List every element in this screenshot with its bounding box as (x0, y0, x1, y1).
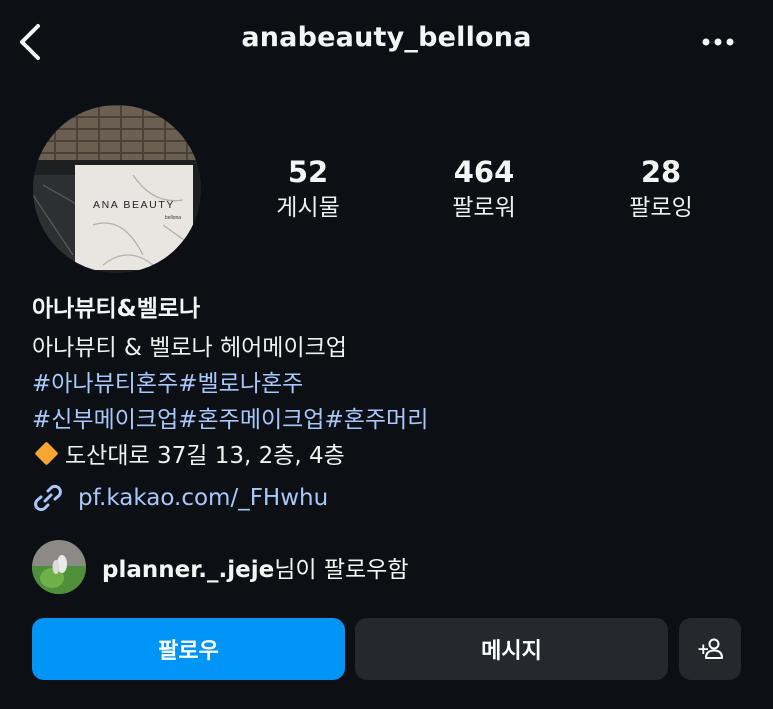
posts-count: 52 (287, 155, 329, 189)
following-label: 팔로잉 (629, 195, 693, 221)
posts-label: 게시물 (276, 195, 340, 221)
follow-button[interactable]: 팔로우 (32, 618, 345, 680)
followers-stat[interactable]: 464 팔로워 (419, 152, 549, 224)
add-person-icon: + (697, 638, 723, 659)
follower-username[interactable]: planner._.jeje (102, 557, 274, 583)
follower-avatar[interactable] (32, 540, 86, 594)
profile-link-text: pf.kakao.com/_FHwhu (78, 485, 329, 511)
profile-username-title: anabeauty_bellona (241, 22, 532, 53)
more-dots-icon (702, 38, 734, 46)
avatar-sign-subtext: bellona (165, 215, 181, 221)
following-count: 28 (640, 155, 682, 189)
profile-avatar[interactable]: ANA BEAUTY bellona (33, 105, 201, 273)
bio-hashtags-line1[interactable]: #아나뷰티혼주#벨로나혼주 (32, 364, 303, 398)
add-person-button[interactable]: + (679, 618, 741, 680)
followed-by-suffix: 님이 팔로우함 (274, 557, 409, 583)
bio-hashtags-line2[interactable]: #신부메이크업#혼주메이크업#혼주머리 (32, 400, 428, 434)
top-bar: anabeauty_bellona (0, 0, 773, 84)
followers-label: 팔로워 (452, 195, 516, 221)
bio-address-row: 도산대로 37길 13, 2층, 4층 (32, 436, 345, 470)
message-button[interactable]: 메시지 (355, 618, 668, 680)
followers-count: 464 (453, 155, 515, 189)
profile-link[interactable]: pf.kakao.com/_FHwhu (30, 480, 328, 516)
avatar-sign-text: ANA BEAUTY (93, 199, 175, 211)
posts-stat[interactable]: 52 게시물 (243, 152, 373, 224)
diamond-icon (34, 441, 59, 466)
followed-by-text: planner._.jeje님이 팔로우함 (102, 550, 409, 584)
following-stat[interactable]: 28 팔로잉 (596, 152, 726, 224)
profile-display-name: 아나뷰티&벨로나 (32, 296, 201, 322)
link-chain-icon (34, 484, 62, 512)
more-options-button[interactable] (694, 24, 744, 60)
followed-by-row[interactable]: planner._.jeje님이 팔로우함 (32, 538, 409, 596)
bio-description: 아나뷰티 & 벨로나 헤어메이크업 (32, 335, 347, 361)
bio-address: 도산대로 37길 13, 2층, 4층 (65, 443, 345, 469)
svg-text:+: + (697, 640, 710, 658)
